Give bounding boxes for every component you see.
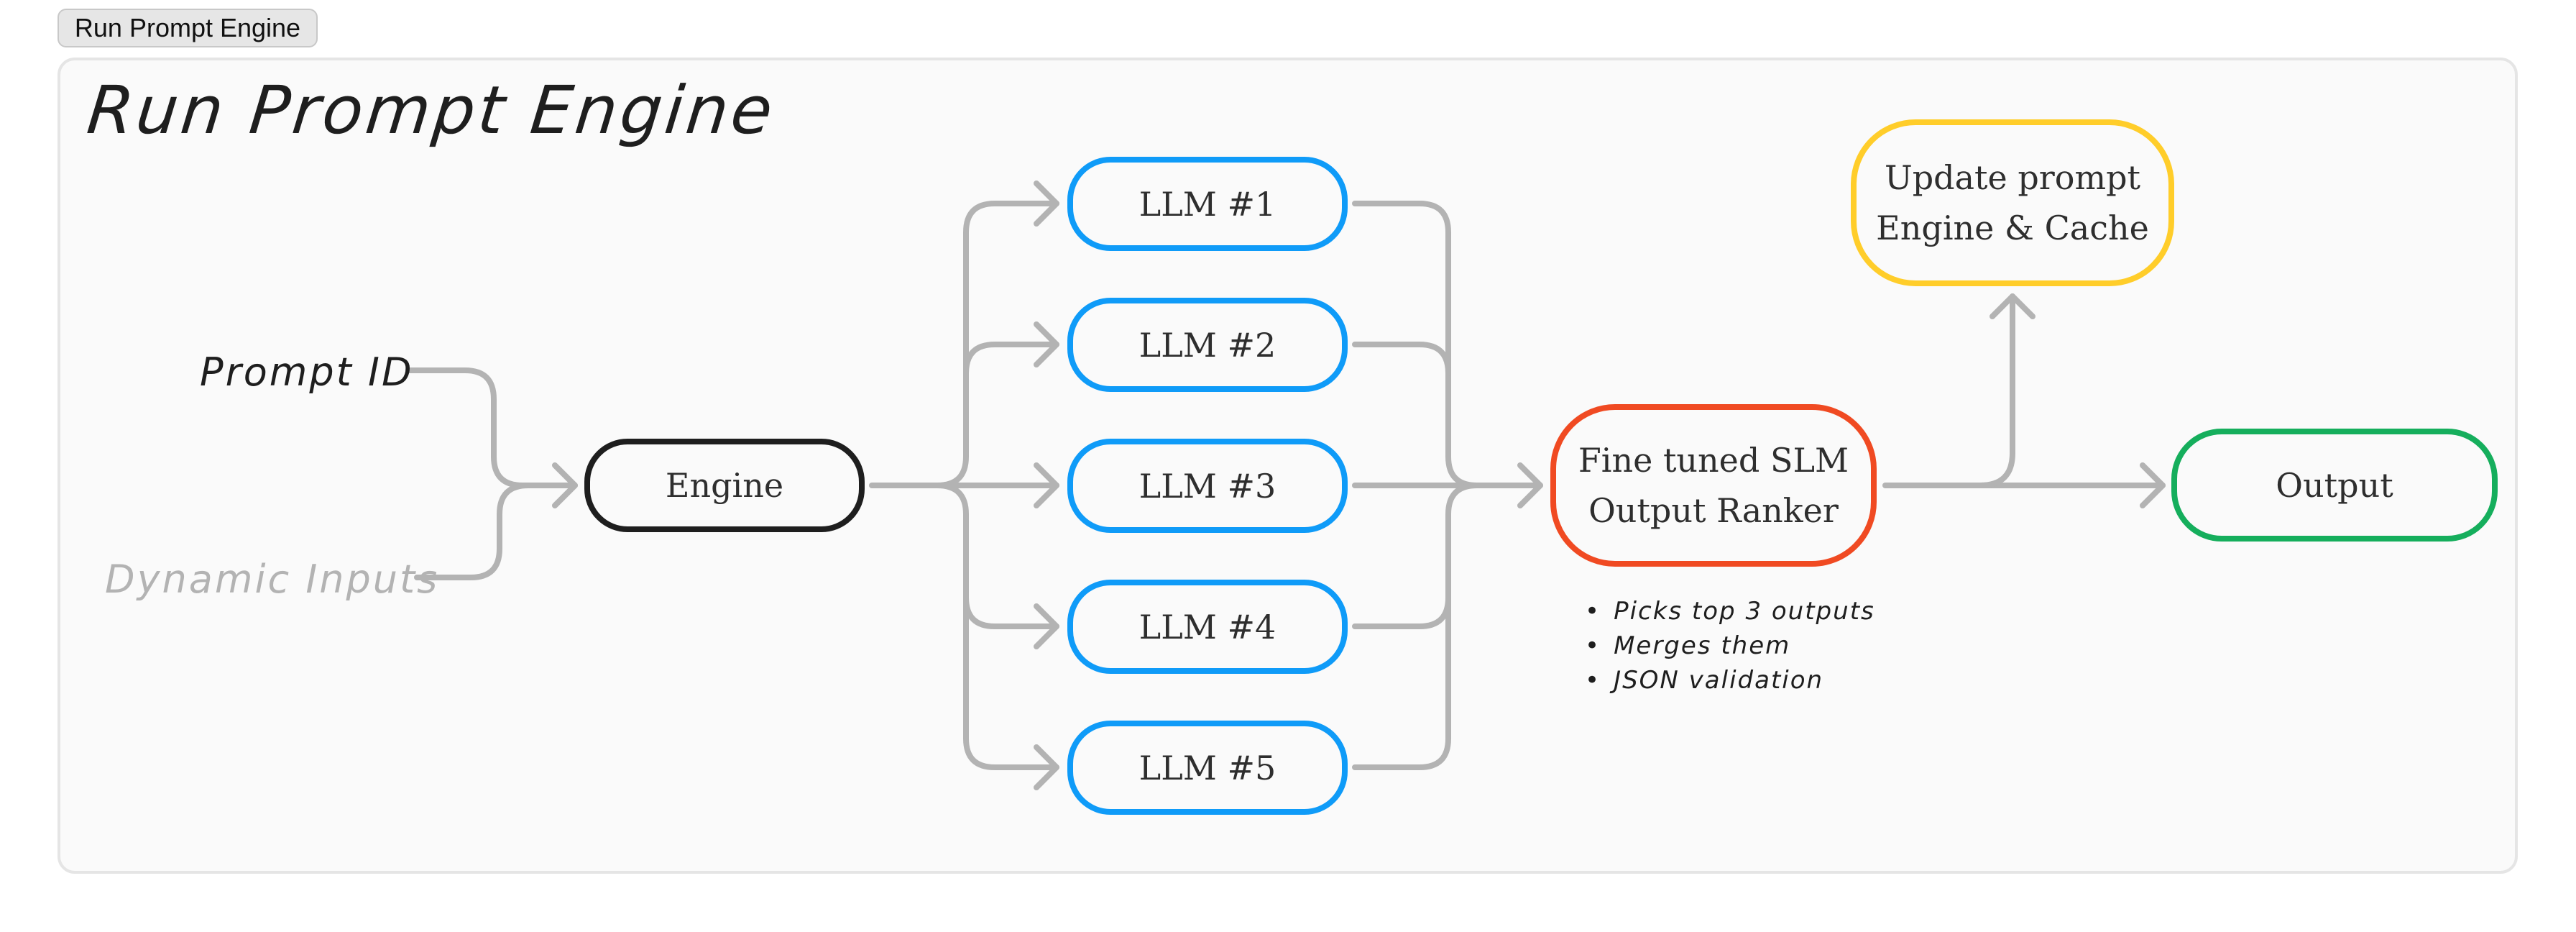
connector-from-llm-4 (1352, 595, 1451, 629)
update-cache-node[interactable]: Update prompt Engine & Cache (1851, 119, 2174, 286)
output-node[interactable]: Output (2171, 429, 2498, 542)
engine-node[interactable]: Engine (584, 439, 865, 532)
dynamic-inputs-label: Dynamic Inputs (105, 557, 440, 602)
llm-node-label: LLM #3 (1138, 466, 1276, 506)
ranker-node[interactable]: Fine tuned SLM Output Ranker (1550, 404, 1877, 567)
ranker-notes: Picks top 3 outputs Merges them JSON val… (1585, 594, 1875, 698)
engine-node-label: Engine (665, 466, 784, 505)
connector-from-llm-2 (1352, 342, 1451, 376)
ranker-note-item: Merges them (1585, 629, 1875, 663)
prompt-id-label: Prompt ID (200, 350, 414, 395)
diagram-title: Run Prompt Engine (83, 72, 779, 149)
ranker-note-item: JSON validation (1585, 663, 1875, 698)
ranker-note-item: Picks top 3 outputs (1585, 594, 1875, 629)
llm-node-label: LLM #5 (1138, 748, 1276, 787)
connector-prompt-id-to-engine (406, 367, 578, 488)
llm-node-5[interactable]: LLM #5 (1067, 721, 1348, 815)
llm-node-1[interactable]: LLM #1 (1067, 157, 1348, 251)
llm-node-label: LLM #1 (1138, 184, 1276, 224)
output-node-label: Output (2276, 465, 2393, 505)
update-cache-node-label-line-2: Engine & Cache (1876, 209, 2149, 247)
llm-node-3[interactable]: LLM #3 (1067, 439, 1348, 533)
ranker-node-label-line-2: Output Ranker (1588, 491, 1839, 530)
llm-node-2[interactable]: LLM #2 (1067, 298, 1348, 392)
ranker-node-label-line-1: Fine tuned SLM (1578, 441, 1849, 480)
llm-node-label: LLM #2 (1138, 325, 1276, 365)
connector-ranker-to-update (1977, 293, 2015, 488)
llm-node-label: LLM #4 (1138, 607, 1276, 647)
update-cache-node-label-line-1: Update prompt (1884, 158, 2141, 197)
llm-node-4[interactable]: LLM #4 (1067, 580, 1348, 674)
